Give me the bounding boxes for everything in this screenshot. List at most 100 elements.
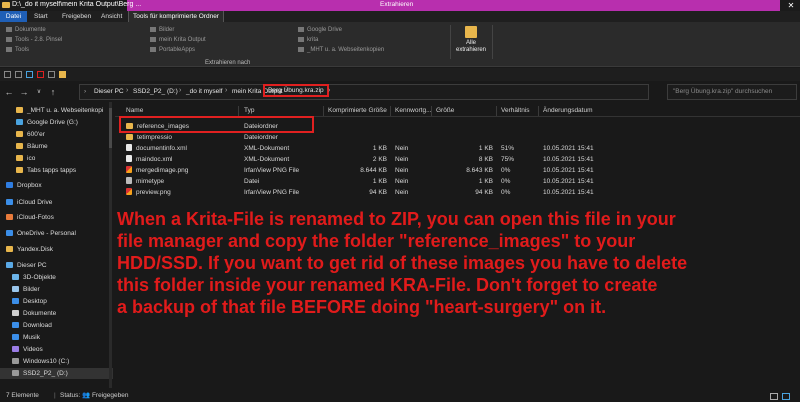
nav-scrollbar-thumb[interactable] [109, 108, 112, 148]
nav-item-label: ico [27, 155, 36, 162]
ribbon-destination[interactable]: PortableApps [150, 47, 195, 53]
new-folder-icon[interactable] [59, 71, 66, 78]
nav-item[interactable]: Bäume [0, 141, 113, 152]
address-field[interactable]: › Dieser PC › SSD2_P2_ (D:) › _do it mys… [79, 84, 649, 100]
folder-icon [126, 134, 133, 140]
properties-icon[interactable] [48, 71, 55, 78]
folder-icon [16, 155, 23, 161]
nav-item[interactable]: Videos [0, 344, 113, 355]
tab-compressed-folder-tools[interactable]: Tools für komprimierte Ordner [128, 11, 224, 22]
breadcrumb-current[interactable]: Berg Übung.kra.zip [263, 84, 329, 97]
column-ratio[interactable]: Verhältnis [501, 107, 530, 114]
file-name: mimetype [126, 176, 164, 187]
ribbon-destination[interactable]: Dokumente [6, 27, 46, 33]
ribbon-destination[interactable]: Google Drive [298, 27, 342, 33]
nav-item-label: Yandex.Disk [17, 246, 54, 253]
forward-button[interactable]: → [18, 86, 30, 98]
column-divider[interactable] [496, 106, 497, 116]
column-size[interactable]: Größe [436, 107, 454, 114]
nav-item[interactable]: Dieser PC [0, 260, 113, 271]
ribbon-divider [450, 25, 451, 59]
column-divider[interactable] [238, 106, 239, 116]
column-divider[interactable] [431, 106, 432, 116]
column-compressed-size[interactable]: Komprimierte Größe [328, 107, 387, 114]
nav-item[interactable]: OneDrive - Personal [0, 228, 113, 239]
nav-item[interactable]: Dokumente [0, 308, 113, 319]
table-row[interactable]: tetimpressio Dateiordner [115, 132, 800, 143]
file-size: 8 KB [478, 156, 493, 163]
tab-datei[interactable]: Datei [0, 11, 27, 22]
annotation-line: When a Krita-File is renamed to ZIP, you… [117, 209, 676, 229]
nav-item[interactable]: 600'er [0, 129, 113, 140]
up-button[interactable]: ↑ [47, 86, 59, 98]
file-size: 1 KB [478, 178, 493, 185]
pc-icon: › [84, 88, 87, 95]
desktop-icon [12, 298, 19, 304]
ribbon-destination[interactable]: mein Krita Output [150, 37, 206, 43]
nav-item[interactable]: 3D-Objekte [0, 272, 113, 283]
tab-start[interactable]: Start [30, 11, 52, 22]
nav-item-label: Dropbox [17, 182, 42, 189]
extract-all-button[interactable]: Alle extrahieren [456, 24, 486, 54]
breadcrumb-dieser-pc[interactable]: Dieser PC [94, 88, 124, 95]
nav-item[interactable]: Windows10 (C:) [0, 356, 113, 367]
column-password[interactable]: Kennwortg... [395, 107, 432, 114]
file-type: XML-Dokument [244, 145, 290, 152]
select-icon[interactable] [15, 71, 22, 78]
tiles-view-icon[interactable] [782, 393, 790, 400]
ribbon-destination[interactable]: krita [298, 37, 318, 43]
nav-item[interactable]: Bilder [0, 284, 113, 295]
column-name[interactable]: Name [126, 107, 143, 114]
file-password: Nein [395, 178, 409, 185]
tab-freigeben[interactable]: Freigeben [58, 11, 95, 22]
column-divider[interactable] [538, 106, 539, 116]
table-row[interactable]: preview.png IrfanView PNG File 94 KB Nein 94… [115, 187, 800, 198]
file-name: preview.png [126, 187, 171, 198]
tab-ansicht[interactable]: Ansicht [97, 11, 126, 22]
table-row[interactable]: mergedimage.png IrfanView PNG File 8.644 K… [115, 165, 800, 176]
table-row[interactable]: maindoc.xml XML-Dokument 2 KB Nein 8 KB 75% 10… [115, 154, 800, 165]
yandex-icon [6, 246, 13, 252]
nav-item[interactable]: ico [0, 153, 113, 164]
pictures-icon [12, 286, 19, 292]
nav-item[interactable]: iCloud-Fotos [0, 212, 113, 223]
search-input[interactable]: "Berg Übung.kra.zip" durchsuchen [667, 84, 797, 100]
chevron-down-icon[interactable]: ∨ [33, 86, 45, 98]
ribbon-destination[interactable]: Tools - 2.8. Pinsel [6, 37, 62, 43]
ribbon-destination[interactable]: Bilder [150, 27, 174, 33]
column-divider[interactable] [390, 106, 391, 116]
nav-item[interactable]: Download [0, 320, 113, 331]
file-date: 10.05.2021 15:41 [543, 178, 594, 185]
table-row[interactable]: mimetype Datei 1 KB Nein 1 KB 0% 10.05.2021 15… [115, 176, 800, 187]
close-icon[interactable]: ✕ [782, 0, 800, 11]
checkbox-icon[interactable] [4, 71, 11, 78]
back-button[interactable]: ← [3, 86, 15, 98]
file-name-label: maindoc.xml [136, 156, 173, 163]
nav-item[interactable]: Desktop [0, 296, 113, 307]
file-ratio: 0% [501, 189, 511, 196]
table-row[interactable]: documentinfo.xml XML-Dokument 1 KB Nein 1 KB… [115, 143, 800, 154]
nav-item[interactable]: Tabs tapps tapps [0, 165, 113, 176]
column-divider[interactable] [323, 106, 324, 116]
file-name: maindoc.xml [126, 154, 172, 165]
nav-item[interactable]: iCloud Drive [0, 197, 113, 208]
file-ratio: 51% [501, 145, 515, 152]
highlight-box [119, 116, 314, 133]
nav-item-label: Bäume [27, 143, 48, 150]
column-type[interactable]: Typ [244, 107, 254, 114]
breadcrumb-folder[interactable]: _do it myself [186, 88, 223, 95]
nav-item[interactable]: _MHT u. a. Webseitenkopi [0, 105, 113, 116]
breadcrumb-drive[interactable]: SSD2_P2_ (D:) [133, 88, 178, 95]
nav-item[interactable]: Dropbox [0, 180, 113, 191]
nav-item[interactable]: SSD2_P2_ (D:) [0, 368, 113, 379]
nav-item[interactable]: Musik [0, 332, 113, 343]
pin-icon[interactable] [26, 71, 33, 78]
file-date: 10.05.2021 15:41 [543, 167, 594, 174]
delete-icon[interactable] [37, 71, 44, 78]
details-view-icon[interactable] [770, 393, 778, 400]
ribbon-destination[interactable]: _MHT u. a. Webseitenkopien [298, 47, 384, 53]
ribbon-destination[interactable]: Tools [6, 47, 29, 53]
nav-item[interactable]: Yandex.Disk [0, 244, 113, 255]
nav-item[interactable]: Google Drive (G:) [0, 117, 113, 128]
column-date[interactable]: Änderungsdatum [543, 107, 593, 114]
